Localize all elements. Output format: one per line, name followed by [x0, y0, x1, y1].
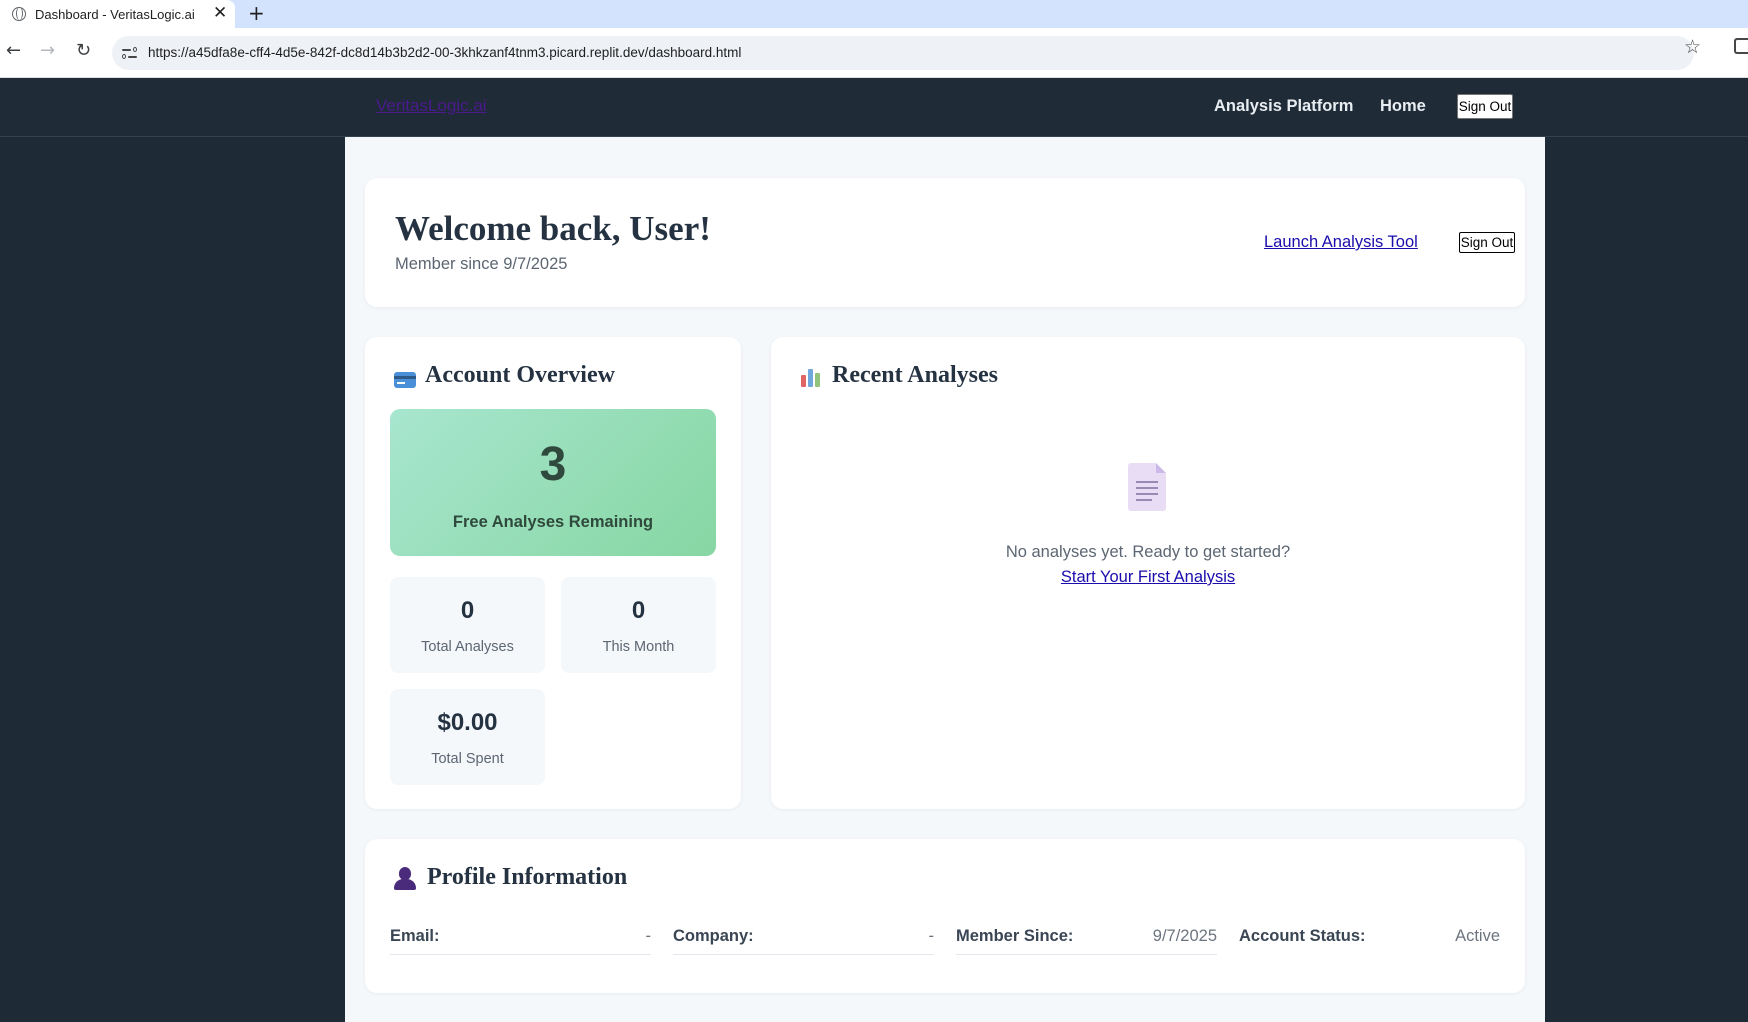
- browser-tab-bar: Dashboard - VeritasLogic.ai ✕ +: [0, 0, 1748, 28]
- field-label: Account Status:: [1239, 927, 1366, 945]
- credit-card-icon: [394, 372, 416, 388]
- stat-label: Total Analyses: [421, 639, 514, 655]
- account-overview-card: Account Overview 3 Free Analyses Remaini…: [365, 337, 741, 809]
- user-icon: [394, 867, 416, 891]
- new-tab-icon[interactable]: +: [248, 1, 265, 25]
- nav-link-analysis-platform[interactable]: Analysis Platform: [1214, 97, 1353, 116]
- account-overview-title: Account Overview: [425, 362, 615, 388]
- field-value: -: [928, 927, 935, 945]
- welcome-heading: Welcome back, User!: [395, 209, 711, 248]
- profile-field-member-since: Member Since: 9/7/2025: [956, 927, 1217, 955]
- nav-link-home[interactable]: Home: [1380, 97, 1426, 116]
- stat-label: This Month: [602, 639, 675, 655]
- browser-toolbar: ← → ↻ https://a45dfa8e-cff4-4d5e-842f-dc…: [0, 28, 1748, 78]
- site-navbar: VeritasLogic.ai Analysis Platform Home S…: [0, 78, 1748, 137]
- empty-state-message: No analyses yet. Ready to get started?: [1005, 543, 1291, 561]
- stat-total-spent: $0.00 Total Spent: [390, 689, 545, 785]
- welcome-card: Welcome back, User! Member since 9/7/202…: [365, 178, 1525, 307]
- document-icon: [1128, 463, 1166, 511]
- stat-label: Total Spent: [431, 751, 504, 767]
- recent-analyses-card: Recent Analyses No analyses yet. Ready t…: [771, 337, 1525, 809]
- tab-title: Dashboard - VeritasLogic.ai: [35, 6, 195, 22]
- site-settings-icon[interactable]: [122, 46, 138, 60]
- start-first-analysis-link[interactable]: Start Your First Analysis: [771, 568, 1525, 587]
- field-value: Active: [1455, 927, 1500, 945]
- profile-field-account-status: Account Status: Active: [1239, 927, 1500, 955]
- recent-analyses-title: Recent Analyses: [832, 362, 998, 388]
- field-value: 9/7/2025: [1152, 927, 1217, 945]
- bar-chart-icon: [800, 367, 822, 387]
- globe-icon: [12, 7, 26, 21]
- stat-value: $0.00: [437, 709, 498, 736]
- brand-logo-link[interactable]: VeritasLogic.ai: [376, 96, 487, 116]
- dashboard-main: Welcome back, User! Member since 9/7/202…: [345, 137, 1545, 1022]
- browser-tab[interactable]: Dashboard - VeritasLogic.ai ✕: [0, 0, 235, 28]
- welcome-sign-out-button[interactable]: Sign Out: [1459, 232, 1515, 253]
- stat-value: 0: [460, 597, 475, 624]
- free-analyses-box: 3 Free Analyses Remaining: [390, 409, 716, 556]
- launch-analysis-tool-link[interactable]: Launch Analysis Tool: [1264, 233, 1418, 252]
- bookmark-star-icon[interactable]: ☆: [1684, 36, 1701, 58]
- field-label: Member Since:: [956, 927, 1074, 945]
- field-value: -: [645, 927, 652, 945]
- url-text[interactable]: https://a45dfa8e-cff4-4d5e-842f-dc8d14b3…: [148, 45, 741, 60]
- profile-field-email: Email: -: [390, 927, 651, 955]
- profile-field-company: Company: -: [673, 927, 934, 955]
- stat-this-month: 0 This Month: [561, 577, 716, 673]
- free-analyses-count: 3: [539, 438, 567, 491]
- reload-icon[interactable]: ↻: [76, 40, 91, 61]
- close-tab-icon[interactable]: ✕: [213, 3, 227, 23]
- nav-sign-out-button[interactable]: Sign Out: [1457, 94, 1513, 119]
- address-bar[interactable]: https://a45dfa8e-cff4-4d5e-842f-dc8d14b3…: [112, 36, 1694, 70]
- stat-total-analyses: 0 Total Analyses: [390, 577, 545, 673]
- field-label: Email:: [390, 927, 440, 945]
- extensions-icon[interactable]: [1734, 38, 1748, 54]
- free-analyses-label: Free Analyses Remaining: [452, 513, 654, 531]
- stat-value: 0: [631, 597, 646, 624]
- back-arrow-icon[interactable]: ←: [6, 40, 21, 61]
- forward-arrow-icon[interactable]: →: [40, 40, 55, 61]
- profile-information-title: Profile Information: [427, 864, 628, 890]
- profile-information-card: Profile Information Email: - Company: - …: [365, 839, 1525, 993]
- member-since-text: Member since 9/7/2025: [395, 255, 568, 273]
- field-label: Company:: [673, 927, 754, 945]
